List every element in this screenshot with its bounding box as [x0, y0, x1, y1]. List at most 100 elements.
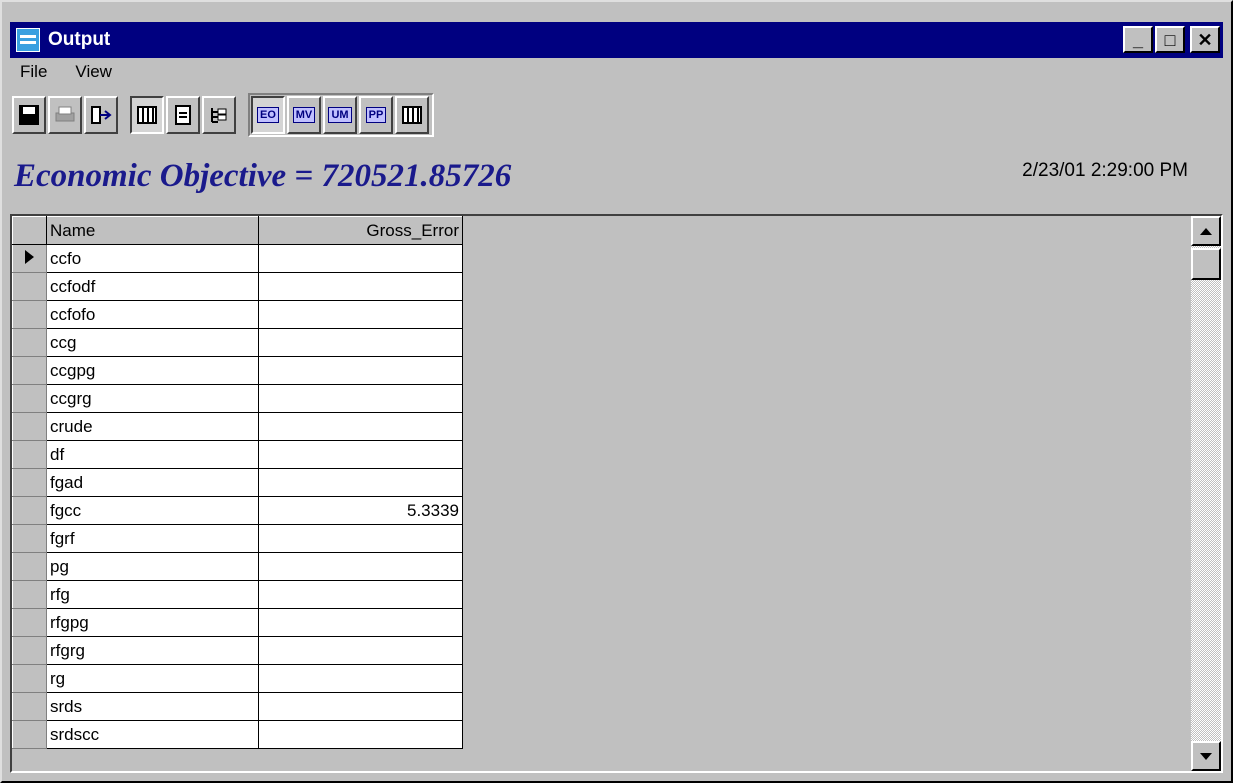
table-button[interactable]	[395, 96, 429, 134]
cell-name[interactable]: srds	[46, 692, 259, 721]
measured-values-button[interactable]: MV	[287, 96, 321, 134]
title-bar[interactable]: Output _ □ ✕	[10, 22, 1223, 58]
cell-name[interactable]: rfg	[46, 580, 259, 609]
row-selector[interactable]	[12, 440, 47, 469]
cell-gross-error[interactable]	[258, 552, 463, 581]
table-row[interactable]: ccfofo	[12, 300, 463, 329]
table-row[interactable]: ccfodf	[12, 272, 463, 301]
table-row[interactable]: ccgpg	[12, 356, 463, 385]
cell-gross-error[interactable]	[258, 664, 463, 693]
cell-gross-error[interactable]	[258, 468, 463, 497]
cell-name[interactable]: ccg	[46, 328, 259, 357]
table-row[interactable]: crude	[12, 412, 463, 441]
cell-gross-error[interactable]	[258, 328, 463, 357]
cell-gross-error[interactable]	[258, 608, 463, 637]
table-row[interactable]: srdscc	[12, 720, 463, 749]
cell-name[interactable]: df	[46, 440, 259, 469]
row-selector[interactable]	[12, 412, 47, 441]
economic-objective-button[interactable]: EO	[251, 96, 285, 134]
row-selector[interactable]	[12, 468, 47, 497]
header-row: Name Gross_Error	[12, 216, 463, 245]
scroll-down-button[interactable]	[1191, 741, 1221, 771]
cell-name[interactable]: rfgrg	[46, 636, 259, 665]
cell-gross-error[interactable]	[258, 244, 463, 273]
cell-gross-error[interactable]	[258, 692, 463, 721]
cell-gross-error[interactable]	[258, 300, 463, 329]
row-selector[interactable]	[12, 328, 47, 357]
row-selector[interactable]	[12, 244, 47, 273]
print-button[interactable]	[48, 96, 82, 134]
table-row[interactable]: ccfo	[12, 244, 463, 273]
grid-view-button[interactable]	[130, 96, 164, 134]
table-row[interactable]: rfg	[12, 580, 463, 609]
cell-gross-error[interactable]	[258, 720, 463, 749]
cell-gross-error[interactable]	[258, 580, 463, 609]
row-selector[interactable]	[12, 636, 47, 665]
cell-gross-error[interactable]: 5.3339	[258, 496, 463, 525]
cell-gross-error[interactable]	[258, 272, 463, 301]
row-selector[interactable]	[12, 664, 47, 693]
cell-name[interactable]: ccfodf	[46, 272, 259, 301]
cell-name[interactable]: ccgrg	[46, 384, 259, 413]
cell-gross-error[interactable]	[258, 384, 463, 413]
close-button[interactable]: ✕	[1190, 26, 1220, 53]
scroll-thumb[interactable]	[1191, 248, 1221, 280]
scroll-up-button[interactable]	[1191, 216, 1221, 246]
row-selector[interactable]	[12, 356, 47, 385]
table-row[interactable]: srds	[12, 692, 463, 721]
row-selector[interactable]	[12, 496, 47, 525]
corner-cell[interactable]	[12, 216, 47, 245]
table-row[interactable]: fgrf	[12, 524, 463, 553]
cell-gross-error[interactable]	[258, 636, 463, 665]
row-selector[interactable]	[12, 272, 47, 301]
table-row[interactable]: rg	[12, 664, 463, 693]
row-selector[interactable]	[12, 580, 47, 609]
cell-name[interactable]: pg	[46, 552, 259, 581]
document-view-button[interactable]	[166, 96, 200, 134]
cell-name[interactable]: ccfofo	[46, 300, 259, 329]
unmeasured-button[interactable]: UM	[323, 96, 357, 134]
cell-name[interactable]: ccfo	[46, 244, 259, 273]
cell-gross-error[interactable]	[258, 524, 463, 553]
row-selector[interactable]	[12, 552, 47, 581]
table-row[interactable]: rfgrg	[12, 636, 463, 665]
table-row[interactable]: df	[12, 440, 463, 469]
menu-file[interactable]: File	[16, 62, 51, 88]
exit-button[interactable]	[84, 96, 118, 134]
grid-view-icon	[137, 106, 157, 124]
results-grid[interactable]: Name Gross_Error ccfo ccfodf ccfofo ccg ccgp…	[10, 214, 1223, 773]
cell-gross-error[interactable]	[258, 412, 463, 441]
cell-gross-error[interactable]	[258, 440, 463, 469]
table-row[interactable]: ccgrg	[12, 384, 463, 413]
minimize-button[interactable]: _	[1123, 26, 1153, 53]
cell-name[interactable]: rfgpg	[46, 608, 259, 637]
menu-view[interactable]: View	[71, 62, 116, 88]
cell-name[interactable]: crude	[46, 412, 259, 441]
plant-parameters-button[interactable]: PP	[359, 96, 393, 134]
table-row[interactable]: pg	[12, 552, 463, 581]
row-selector[interactable]	[12, 524, 47, 553]
save-button[interactable]	[12, 96, 46, 134]
row-selector[interactable]	[12, 300, 47, 329]
column-header-name[interactable]: Name	[46, 216, 259, 245]
table-row[interactable]: rfgpg	[12, 608, 463, 637]
row-selector[interactable]	[12, 608, 47, 637]
app-icon[interactable]	[16, 28, 40, 52]
cell-name[interactable]: fgcc	[46, 496, 259, 525]
cell-name[interactable]: fgrf	[46, 524, 259, 553]
cell-name[interactable]: srdscc	[46, 720, 259, 749]
table-row[interactable]: ccg	[12, 328, 463, 357]
vertical-scrollbar[interactable]	[1191, 216, 1221, 771]
maximize-button[interactable]: □	[1155, 26, 1185, 53]
table-row[interactable]: fgad	[12, 468, 463, 497]
tree-view-button[interactable]	[202, 96, 236, 134]
row-selector[interactable]	[12, 692, 47, 721]
column-header-gross-error[interactable]: Gross_Error	[258, 216, 463, 245]
cell-name[interactable]: ccgpg	[46, 356, 259, 385]
row-selector[interactable]	[12, 720, 47, 749]
row-selector[interactable]	[12, 384, 47, 413]
cell-gross-error[interactable]	[258, 356, 463, 385]
cell-name[interactable]: rg	[46, 664, 259, 693]
cell-name[interactable]: fgad	[46, 468, 259, 497]
table-row[interactable]: fgcc 5.3339	[12, 496, 463, 525]
